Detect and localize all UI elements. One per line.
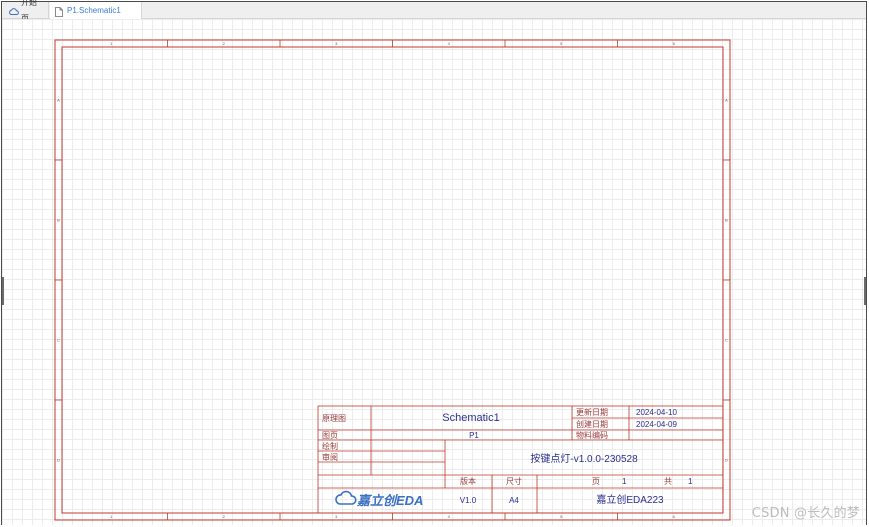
zone-column-label-bottom: 5 xyxy=(560,514,563,519)
logo-text: 嘉立创EDA xyxy=(356,493,423,508)
tab-start-page[interactable]: 开始页 xyxy=(4,0,49,23)
schematic-canvas[interactable]: 1 1 2 2 3 3 4 4 5 5 6 6 A A B B C C D D 原理图 Schematic1 图页 P… xyxy=(2,19,866,525)
version-label: 版本 xyxy=(460,476,476,486)
total-label: 共 xyxy=(664,477,672,486)
part-code-label: 物料编码 xyxy=(576,430,608,440)
total-pages: 1 xyxy=(688,477,693,486)
review-label: 审阅 xyxy=(322,452,338,462)
zone-row-label-right: B xyxy=(725,218,728,223)
size-label: 尺寸 xyxy=(506,476,522,486)
schematic-sheet: 1 1 2 2 3 3 4 4 5 5 6 6 A A B B C C D D 原理图 Schematic1 图页 P… xyxy=(54,39,731,521)
zone-row-label-right: A xyxy=(725,98,728,103)
version-value: V1.0 xyxy=(460,496,477,505)
zone-column-label-bottom: 3 xyxy=(335,514,338,519)
zone-row-label-left: D xyxy=(57,458,60,463)
page-number: 1 xyxy=(622,477,627,486)
zone-row-label-right: D xyxy=(725,458,728,463)
zone-column-label-top: 3 xyxy=(335,41,338,46)
right-panel-handle[interactable] xyxy=(864,277,866,305)
create-date-label: 创建日期 xyxy=(576,419,608,429)
zone-row-label-left: A xyxy=(57,98,60,103)
left-panel-handle[interactable] xyxy=(2,277,4,305)
company-name: 嘉立创EDA223 xyxy=(596,493,664,506)
size-value: A4 xyxy=(509,496,519,505)
zone-column-label-top: 2 xyxy=(223,41,226,46)
sheet-outer-border xyxy=(54,39,731,521)
logo-cloud-icon xyxy=(335,490,357,505)
tab-schematic[interactable]: P1.Schematic1 xyxy=(50,2,142,20)
zone-row-label-right: C xyxy=(725,338,728,343)
zone-column-label-top: 6 xyxy=(673,41,676,46)
zone-column-label-bottom: 6 xyxy=(673,514,676,519)
zone-column-label-bottom: 4 xyxy=(448,514,451,519)
lceda-logo: 嘉立创EDA xyxy=(335,490,423,508)
zone-row-label-left: C xyxy=(57,338,60,343)
watermark: CSDN @长久的梦 xyxy=(751,506,860,521)
document-icon xyxy=(55,6,64,17)
update-date-label: 更新日期 xyxy=(576,407,608,417)
zone-column-label-bottom: 2 xyxy=(223,514,226,519)
create-date: 2024-04-09 xyxy=(636,420,677,429)
cloud-icon xyxy=(9,6,19,15)
document-tab-bar: 开始页 P1.Schematic1 xyxy=(2,0,866,23)
zone-markers: 1 1 2 2 3 3 4 4 5 5 6 6 A A B B C C D D xyxy=(55,40,730,520)
drawn-label: 绘制 xyxy=(322,441,338,451)
update-date: 2024-04-10 xyxy=(636,408,677,417)
page-label: 页 xyxy=(592,477,600,486)
zone-column-label-top: 4 xyxy=(448,41,451,46)
zone-row-label-left: B xyxy=(57,218,60,223)
sheet-label: 图页 xyxy=(322,431,338,440)
sheet-name: P1 xyxy=(469,431,479,440)
tab-label: P1.Schematic1 xyxy=(67,6,121,15)
schematic-name: Schematic1 xyxy=(442,412,499,424)
zone-column-label-top: 1 xyxy=(110,41,113,46)
zone-column-label-bottom: 1 xyxy=(110,514,113,519)
zone-column-label-top: 5 xyxy=(560,41,563,46)
project-name: 按键点灯-v1.0.0-230528 xyxy=(530,452,638,465)
schematic-label: 原理图 xyxy=(322,414,346,423)
sheet-inner-border xyxy=(61,46,724,514)
